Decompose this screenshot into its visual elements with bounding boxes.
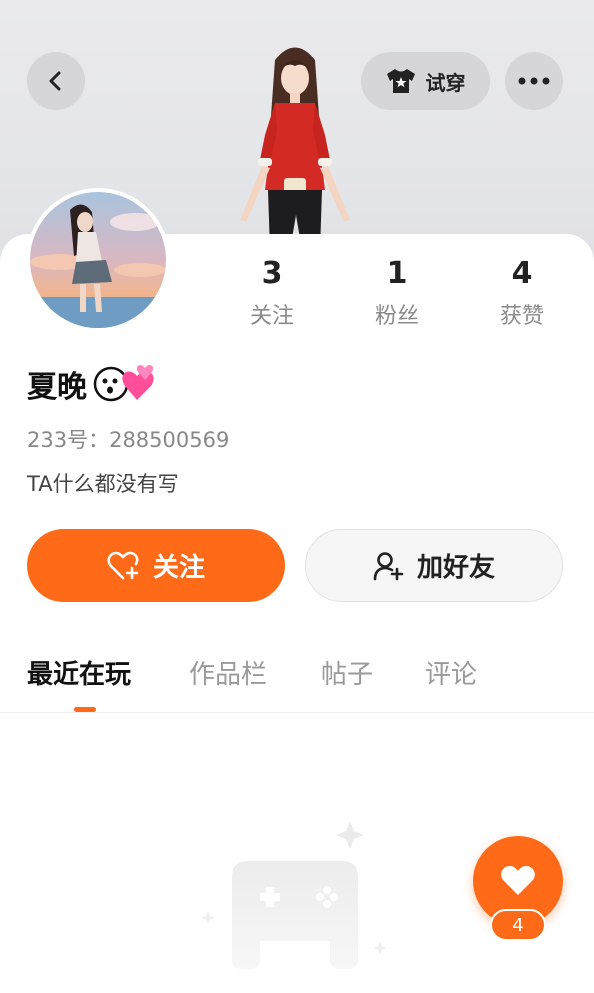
username-text: 夏晚 xyxy=(27,370,87,405)
tab-posts[interactable]: 帖子 xyxy=(321,654,373,691)
heart-plus-icon xyxy=(107,551,139,579)
heart-icon xyxy=(501,866,535,895)
more-button[interactable] xyxy=(505,52,563,110)
back-button[interactable] xyxy=(27,52,85,110)
tshirt-icon xyxy=(386,69,415,93)
stat-likes-count: 4 xyxy=(511,256,533,291)
tab-divider xyxy=(0,712,594,713)
user-avatar[interactable] xyxy=(26,188,170,332)
add-friend-button[interactable]: 加好友 xyxy=(305,529,563,602)
ghost-heart-emoji-icon xyxy=(93,365,154,402)
stat-following-label: 关注 xyxy=(249,304,294,329)
like-count-badge: 4 xyxy=(490,909,546,941)
stat-following-count: 3 xyxy=(261,256,283,291)
follow-label: 关注 xyxy=(152,553,205,583)
try-on-label: 试穿 xyxy=(425,70,466,95)
avatar-3d-figure xyxy=(240,47,350,250)
stat-followers-label: 粉丝 xyxy=(374,304,419,329)
tab-recently-played[interactable]: 最近在玩 xyxy=(27,654,131,691)
user-plus-icon xyxy=(373,551,404,580)
avatar-image xyxy=(30,192,166,328)
empty-gamepad-icon xyxy=(201,821,387,969)
username: 夏晚 xyxy=(27,362,161,406)
stat-likes[interactable]: 4 获赞 xyxy=(472,256,572,330)
tab-works[interactable]: 作品栏 xyxy=(189,654,267,691)
add-friend-label: 加好友 xyxy=(416,553,495,583)
stat-followers[interactable]: 1 粉丝 xyxy=(347,256,447,330)
more-dots-icon xyxy=(518,77,550,85)
stat-likes-label: 获赞 xyxy=(499,304,544,329)
user-id: 233号：288500569 xyxy=(27,428,230,452)
tab-comments[interactable]: 评论 xyxy=(425,654,477,691)
follow-button[interactable]: 关注 xyxy=(27,529,285,602)
chevron-left-icon xyxy=(49,71,61,91)
stat-following[interactable]: 3 关注 xyxy=(222,256,322,330)
stat-followers-count: 1 xyxy=(386,256,408,291)
user-bio: TA什么都没有写 xyxy=(27,472,179,496)
try-on-button[interactable]: 试穿 xyxy=(361,52,490,110)
